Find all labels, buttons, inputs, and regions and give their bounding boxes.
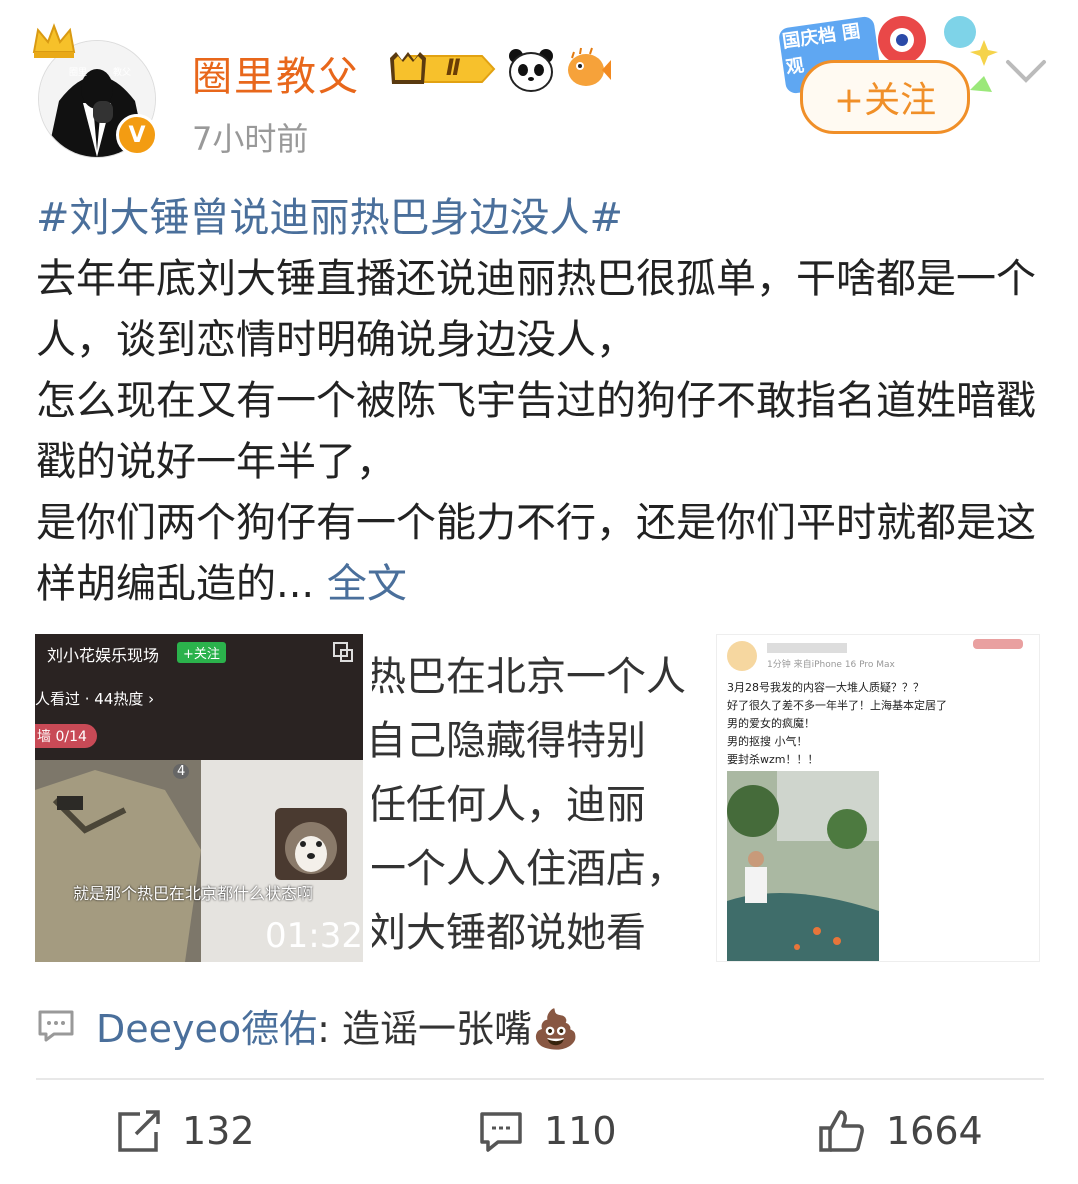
divider: [36, 1078, 1044, 1080]
screenshot-username-blur: [767, 643, 847, 653]
panda-icon: [508, 48, 554, 101]
repost-row[interactable]: Deeyeo德佑 : 造谣一张嘴💩: [36, 998, 579, 1053]
pufferfish-icon: [564, 46, 612, 94]
follow-button[interactable]: +关注: [800, 60, 970, 134]
pip-icon: [333, 642, 353, 662]
comment-count: 110: [544, 1109, 617, 1153]
screenshot-photo: [727, 771, 879, 961]
screenshot-line: 好了很久了差不多一年半了！上海基本定居了: [727, 699, 947, 712]
post-body: 去年年底刘大锤直播还说迪丽热巴很孤单，干啥都是一个人，谈到恋情时明确说身边没人，…: [36, 256, 1036, 607]
video-thumbnail[interactable]: 刘小花娱乐现场 +关注 人看过 · 44热度 › 墙 0/14 4 就是那个热巴…: [35, 634, 363, 962]
video-count: 4: [173, 764, 190, 779]
screenshot-badges: [973, 639, 1023, 649]
video-account-name: 刘小花娱乐现场: [47, 646, 160, 665]
screenshot-line: 男的抠搜 小气！: [727, 735, 808, 748]
video-frame: 4 就是那个热巴在北京都什么状态啊 01:32: [35, 760, 363, 962]
image2-line: 自己隐藏得特别: [372, 718, 646, 764]
username[interactable]: 圈里教父: [192, 44, 360, 102]
chevron-down-icon[interactable]: [1004, 58, 1048, 86]
screenshot-line: 要封杀wzm！！！: [727, 753, 819, 766]
image2-line: 一个人入住酒店，: [372, 846, 686, 892]
like-count: 1664: [886, 1109, 983, 1153]
topic-link[interactable]: #刘大锤曾说迪丽热巴身边没人#: [36, 188, 1046, 249]
comment-icon: [480, 1112, 522, 1152]
like-button[interactable]: 1664: [818, 1108, 983, 1154]
screenshot-meta: 1分钟 来自iPhone 16 Pro Max: [767, 660, 895, 670]
post-text: #刘大锤曾说迪丽热巴身边没人# 去年年底刘大锤直播还说迪丽热巴很孤单，干啥都是一…: [36, 188, 1046, 615]
image2-line: 热巴在北京一个人: [372, 654, 686, 700]
level-badge-text: Ⅱ: [446, 56, 461, 81]
video-wall: 墙 0/14: [35, 724, 97, 748]
share-icon: [118, 1110, 160, 1152]
verified-badge: V: [116, 114, 158, 156]
post-time: 7小时前: [192, 120, 309, 158]
image2-line: 刘大锤都说她看: [372, 910, 646, 956]
repost-username[interactable]: Deeyeo德佑: [96, 998, 317, 1053]
weibo-screenshot-image[interactable]: 1分钟 来自iPhone 16 Pro Max 3月28号我发的内容一大堆人质疑…: [716, 634, 1040, 962]
level-badge[interactable]: Ⅱ: [388, 50, 496, 88]
comment-button[interactable]: 110: [478, 1108, 617, 1154]
video-duration: 01:32: [265, 916, 363, 956]
dog-image: [275, 808, 347, 880]
avatar[interactable]: 圈里 教父 V: [32, 23, 162, 160]
fulltext-link[interactable]: 全文: [327, 561, 407, 607]
screenshot-avatar: [727, 641, 757, 671]
avatar-text-left: 圈里: [69, 68, 88, 78]
crown-icon: [32, 23, 76, 58]
avatar-text-right: 教父: [113, 68, 132, 78]
video-subtitle: 就是那个热巴在北京都什么状态啊: [73, 884, 314, 903]
video-viewers: 人看过 · 44热度 ›: [35, 690, 155, 708]
share-count: 132: [182, 1109, 255, 1153]
text-screenshot-image[interactable]: 热巴在北京一个人 自己隐藏得特别 任任何人，迪丽 一个人入住酒店， 刘大锤都说她…: [372, 634, 704, 962]
video-follow-button: +关注: [177, 642, 226, 663]
thumbs-up-icon: [819, 1110, 864, 1152]
repost-text: : 造谣一张嘴💩: [317, 1007, 580, 1051]
screenshot-line: 男的爱女的疯魔！: [727, 717, 815, 730]
share-button[interactable]: 132: [116, 1108, 255, 1154]
comment-bubble-icon: [38, 1010, 74, 1041]
screenshot-line: 3月28号我发的内容一大堆人质疑？？？: [727, 681, 924, 694]
image2-line: 任任何人，迪丽: [372, 782, 646, 828]
